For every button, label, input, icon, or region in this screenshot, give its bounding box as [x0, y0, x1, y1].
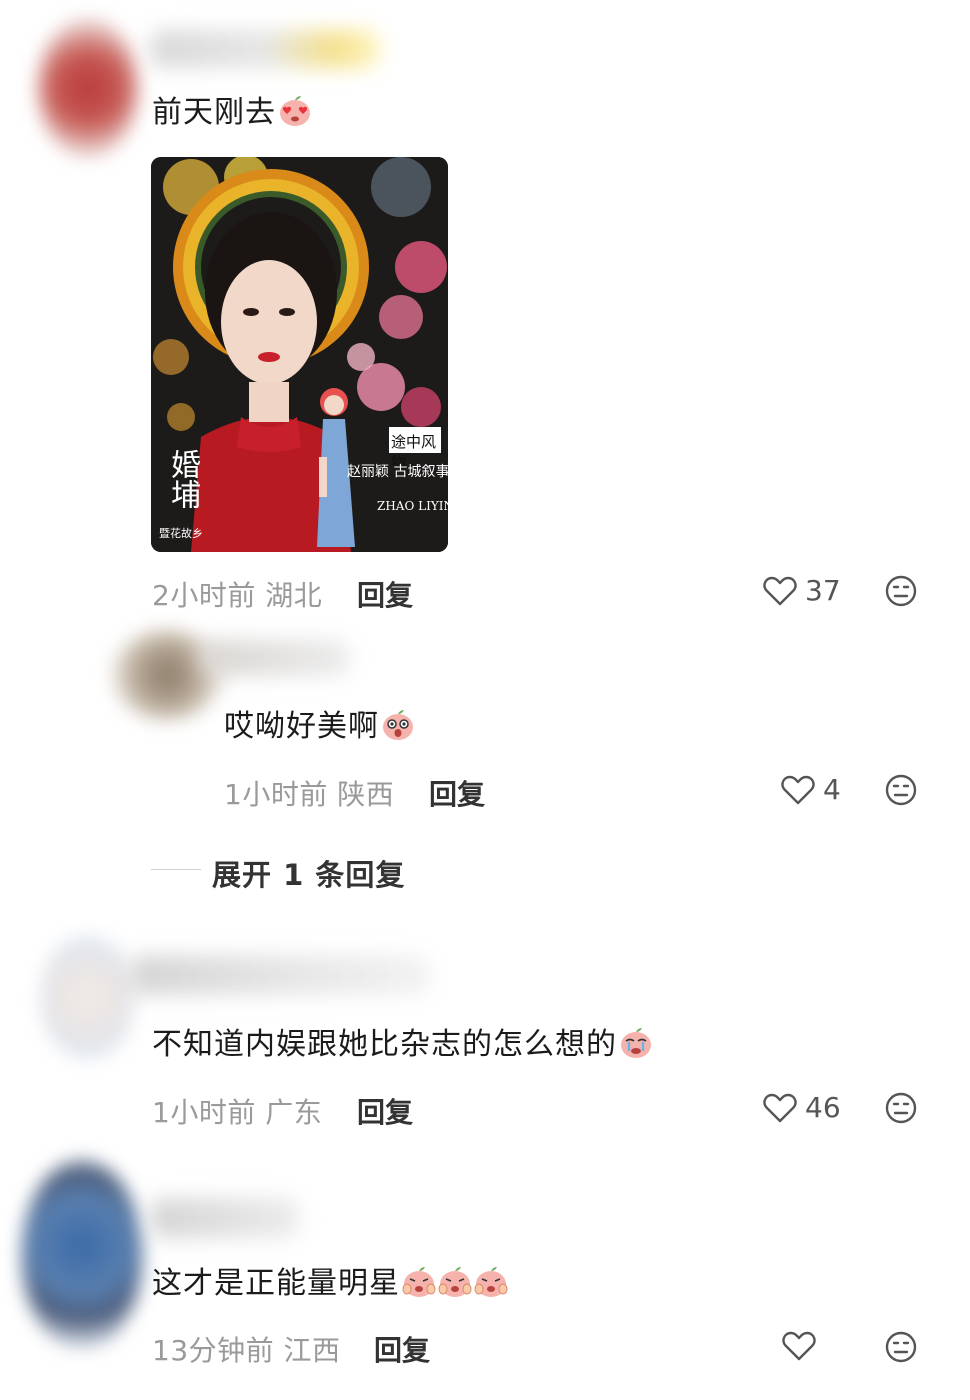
avatar[interactable]	[38, 18, 138, 158]
comment-text: 这才是正能量明星	[152, 1264, 508, 1304]
comment-location: 广东	[265, 1096, 323, 1129]
comment-meta: 2小时前 湖北	[152, 574, 322, 614]
like-button[interactable]: 37	[763, 574, 841, 607]
like-button[interactable]	[782, 1330, 824, 1362]
like-count: 37	[805, 574, 841, 607]
username[interactable]	[200, 640, 350, 676]
comment-location: 陕西	[337, 778, 395, 811]
username[interactable]	[150, 30, 380, 68]
comment-meta: 1小时前 广东	[152, 1091, 322, 1131]
heart-outline-icon	[782, 1331, 816, 1361]
expand-divider	[151, 869, 201, 870]
dislike-face-icon[interactable]	[885, 1331, 917, 1363]
surprised-peach-emoji	[383, 710, 413, 740]
comment-text: 哎呦好美啊	[224, 707, 415, 747]
comment-text: 不知道内娱跟她比杂志的怎么想的	[152, 1025, 653, 1065]
username[interactable]	[150, 1198, 300, 1238]
like-button[interactable]: 46	[763, 1091, 841, 1124]
crying-peach-emoji	[621, 1028, 651, 1058]
expand-replies-button[interactable]: 展开 1 条回复	[212, 852, 405, 894]
avatar[interactable]	[40, 935, 135, 1060]
comment-photo[interactable]: 婚埔 暨花故乡 途中风物 赵丽颖 古城叙事 ZHAO LIYING	[151, 157, 448, 552]
clapping-peach-emoji	[438, 1267, 472, 1297]
reply-button[interactable]: 回复	[357, 1091, 413, 1131]
comment-time: 1小时前	[224, 778, 328, 811]
dislike-face-icon[interactable]	[885, 774, 917, 806]
like-button[interactable]: 4	[781, 773, 841, 806]
comment-text: 前天刚去	[152, 93, 312, 133]
clapping-peach-emoji	[474, 1267, 508, 1297]
dislike-face-icon[interactable]	[885, 575, 917, 607]
poster-subtitle: 暨花故乡	[159, 527, 203, 540]
comment-meta: 13分钟前 江西	[152, 1329, 341, 1369]
comment-time: 2小时前	[152, 579, 256, 612]
poster-name-en: ZHAO LIYING	[377, 499, 448, 513]
comment-time: 13分钟前	[152, 1334, 275, 1367]
comment-location: 江西	[283, 1334, 341, 1367]
comment-time: 1小时前	[152, 1096, 256, 1129]
reply-button[interactable]: 回复	[357, 574, 413, 614]
reply-button[interactable]: 回复	[429, 773, 485, 813]
heart-outline-icon	[763, 576, 797, 605]
reply-button[interactable]: 回复	[374, 1329, 430, 1369]
avatar[interactable]	[22, 1160, 142, 1350]
heart-outline-icon	[781, 775, 815, 804]
comment-meta: 1小时前 陕西	[224, 773, 394, 813]
heart-outline-icon	[763, 1093, 797, 1122]
username[interactable]	[130, 955, 430, 995]
like-count: 46	[805, 1091, 841, 1124]
heart-eyes-peach-emoji	[280, 96, 310, 126]
clapping-peach-emoji	[402, 1267, 436, 1297]
comment-location: 湖北	[265, 579, 323, 612]
dislike-face-icon[interactable]	[885, 1092, 917, 1124]
poster-name-cn: 赵丽颖 古城叙事	[347, 464, 448, 480]
like-count: 4	[823, 773, 841, 806]
poster-title: 婚埔	[165, 449, 200, 509]
